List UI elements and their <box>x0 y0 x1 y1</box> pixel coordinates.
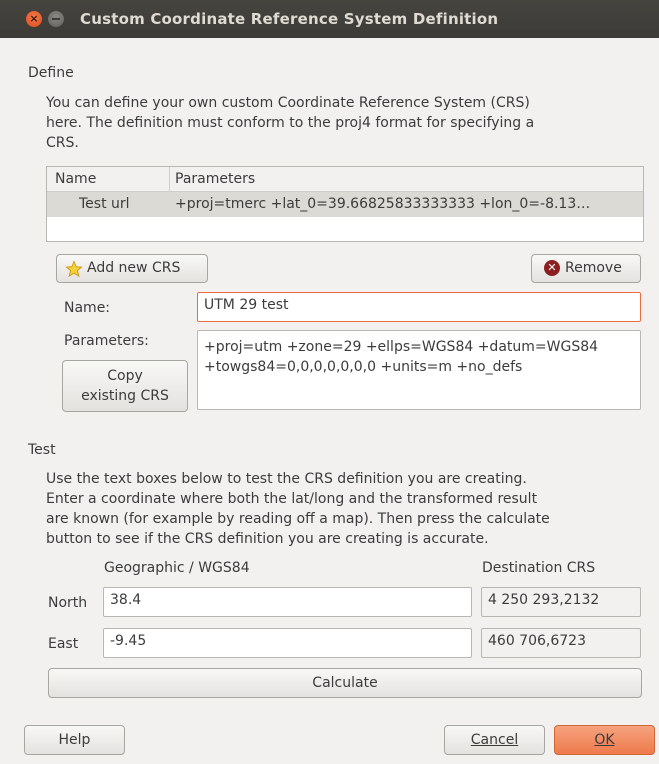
define-heading: Define <box>28 65 74 81</box>
ok-button[interactable]: OK <box>554 725 655 755</box>
row-parameters: +proj=tmerc +lat_0=39.66825833333333 +lo… <box>175 196 591 212</box>
test-description-line: Use the text boxes below to test the CRS… <box>46 471 527 487</box>
column-header-name[interactable]: Name <box>55 171 96 187</box>
north-label: North <box>48 595 88 611</box>
test-description-line: button to see if the CRS definition you … <box>46 531 489 547</box>
copy-existing-crs-button[interactable]: Copy existing CRS <box>62 360 188 412</box>
remove-icon: ✕ <box>544 260 560 276</box>
copy-button-line: Copy <box>107 368 143 384</box>
table-header: Name Parameters <box>47 167 643 192</box>
calculate-button[interactable]: Calculate <box>48 668 642 698</box>
column-header-parameters[interactable]: Parameters <box>175 171 255 187</box>
north-input[interactable]: 38.4 <box>103 587 472 617</box>
test-description: Use the text boxes below to test the CRS… <box>46 469 550 549</box>
title-bar: × Custom Coordinate Reference System Def… <box>0 0 659 38</box>
ok-label: OK <box>594 732 615 748</box>
test-heading: Test <box>28 442 56 458</box>
parameters-textarea[interactable]: +proj=utm +zone=29 +ellps=WGS84 +datum=W… <box>197 330 641 410</box>
add-new-crs-button[interactable]: Add new CRS <box>56 254 208 283</box>
name-label: Name: <box>64 300 111 316</box>
define-description: You can define your own custom Coordinat… <box>46 93 534 153</box>
geographic-label: Geographic / WGS84 <box>104 560 250 576</box>
destination-label: Destination CRS <box>482 560 596 576</box>
east-input[interactable]: -9.45 <box>103 628 472 658</box>
name-input[interactable]: UTM 29 test <box>197 292 641 322</box>
east-label: East <box>48 636 79 652</box>
parameters-label: Parameters: <box>64 333 149 349</box>
parameters-line: +towgs84=0,0,0,0,0,0,0 +units=m +no_defs <box>204 359 523 375</box>
add-new-crs-label: Add new CRS <box>87 260 181 276</box>
row-name: Test url <box>79 196 130 212</box>
east-result: 460 706,6723 <box>481 628 641 658</box>
crs-table[interactable]: Name Parameters Test url +proj=tmerc +la… <box>46 166 644 242</box>
parameters-line: +proj=utm +zone=29 +ellps=WGS84 +datum=W… <box>204 339 599 355</box>
test-description-line: Enter a coordinate where both the lat/lo… <box>46 491 538 507</box>
window-title: Custom Coordinate Reference System Defin… <box>80 10 499 28</box>
star-icon <box>65 260 83 278</box>
help-button[interactable]: Help <box>24 725 125 755</box>
cancel-button[interactable]: Cancel <box>444 725 545 755</box>
remove-label: Remove <box>565 260 622 276</box>
define-description-line: CRS. <box>46 135 79 151</box>
close-icon[interactable]: × <box>26 11 42 27</box>
test-description-line: are known (for example by reading off a … <box>46 511 550 527</box>
table-row[interactable]: Test url +proj=tmerc +lat_0=39.668258333… <box>47 192 643 217</box>
column-divider <box>169 167 170 191</box>
minimize-icon[interactable] <box>48 11 64 27</box>
remove-button[interactable]: ✕ Remove <box>531 254 641 283</box>
copy-button-line: existing CRS <box>81 388 169 404</box>
cancel-label: Cancel <box>470 732 519 748</box>
define-description-line: here. The definition must conform to the… <box>46 115 535 131</box>
north-result: 4 250 293,2132 <box>481 587 641 617</box>
define-description-line: You can define your own custom Coordinat… <box>46 95 530 111</box>
